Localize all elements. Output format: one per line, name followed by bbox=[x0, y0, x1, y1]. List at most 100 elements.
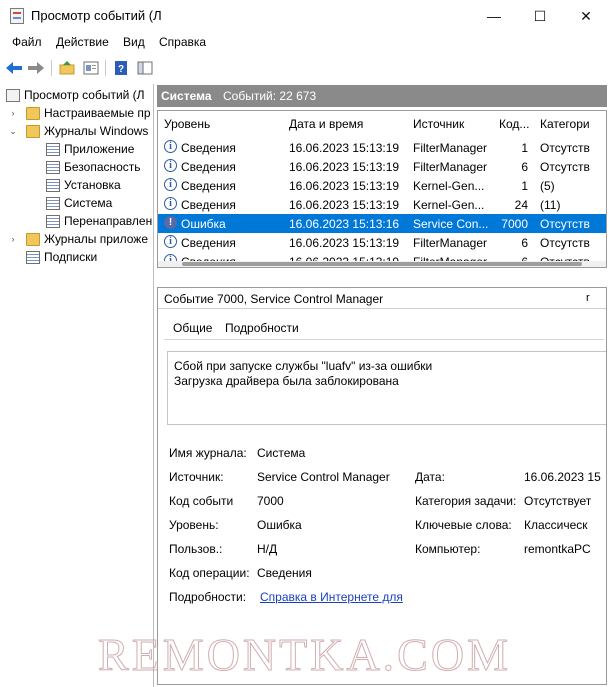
prop-label-computer: Компьютер: bbox=[415, 542, 481, 556]
prop-level: Ошибка bbox=[257, 518, 302, 532]
cell-category: Отсутств bbox=[540, 236, 590, 250]
cell-source: Service Con... bbox=[413, 217, 489, 231]
column-header-date[interactable]: Дата и время bbox=[289, 117, 363, 131]
tree-item-system[interactable]: Система bbox=[46, 194, 112, 212]
tree-item-forwarded[interactable]: Перенаправлен bbox=[46, 212, 152, 230]
info-icon: i bbox=[164, 235, 177, 248]
svg-text:?: ? bbox=[118, 64, 124, 75]
events-table: Уровень Дата и время Источник Код... Кат… bbox=[157, 110, 607, 268]
event-message[interactable]: Сбой при запуске службы "luafv" из-за ош… bbox=[167, 351, 606, 425]
minimize-button[interactable]: — bbox=[471, 0, 517, 32]
tree-item-label: Журналы приложе bbox=[44, 232, 148, 246]
expand-arrow-icon[interactable]: › bbox=[8, 234, 18, 244]
scrollbar-thumb[interactable] bbox=[182, 262, 582, 266]
menu-view[interactable]: Вид bbox=[123, 35, 145, 49]
prop-event-id: 7000 bbox=[257, 494, 284, 508]
table-row[interactable]: i Сведения 16.06.2023 15:13:19 FilterManage… bbox=[158, 138, 606, 157]
log-icon bbox=[46, 196, 60, 210]
table-row[interactable]: i Сведения 16.06.2023 15:13:19 Kernel-Gen..… bbox=[158, 176, 606, 195]
tree-item-label: Перенаправлен bbox=[64, 214, 153, 228]
horizontal-scrollbar[interactable] bbox=[158, 261, 606, 267]
tree-item-label: Просмотр событий (Л bbox=[24, 88, 145, 102]
log-name: Система bbox=[161, 89, 212, 103]
divider bbox=[158, 308, 606, 309]
tree-item-label: Подписки bbox=[44, 250, 98, 264]
tree-item-setup[interactable]: Установка bbox=[46, 176, 121, 194]
properties-icon[interactable] bbox=[81, 58, 101, 78]
event-viewer-app-icon bbox=[10, 8, 24, 24]
help-icon[interactable]: ? bbox=[111, 58, 131, 78]
cell-code: 7000 bbox=[501, 217, 528, 231]
cell-source: FilterManager bbox=[413, 141, 488, 155]
cell-level: Ошибка bbox=[181, 217, 226, 231]
prop-label-source: Источник: bbox=[169, 470, 224, 484]
prop-label-user: Пользов.: bbox=[169, 542, 223, 556]
log-icon bbox=[26, 250, 40, 264]
table-row[interactable]: i Сведения 16.06.2023 15:13:19 Kernel-Gen..… bbox=[158, 195, 606, 214]
prop-user: Н/Д bbox=[257, 542, 278, 556]
table-row[interactable]: ! Ошибка 16.06.2023 15:13:16 Service Con...… bbox=[158, 214, 606, 233]
tree-item-app-logs[interactable]: › Журналы приложе bbox=[8, 230, 149, 248]
tree-item-label: Установка bbox=[64, 178, 121, 192]
detail-title: Событие 7000, Service Control Manager bbox=[164, 292, 384, 306]
column-header-code[interactable]: Код... bbox=[499, 117, 529, 131]
column-header-source[interactable]: Источник bbox=[413, 117, 464, 131]
tree-item-label: Система bbox=[64, 196, 113, 210]
tree-item-security[interactable]: Безопасность bbox=[46, 158, 141, 176]
folder-icon bbox=[26, 232, 40, 246]
table-row[interactable]: i Сведения 16.06.2023 15:13:19 FilterManage… bbox=[158, 233, 606, 252]
tab-underline bbox=[164, 339, 604, 340]
event-count: Событий: 22 673 bbox=[223, 89, 317, 103]
menu-action[interactable]: Действие bbox=[56, 35, 109, 49]
cell-level: Сведения bbox=[181, 236, 236, 250]
log-icon bbox=[46, 142, 60, 156]
table-row[interactable]: i Сведения 16.06.2023 15:13:19 FilterManage… bbox=[158, 157, 606, 176]
tab-general[interactable]: Общие bbox=[173, 321, 212, 335]
tab-details[interactable]: Подробности bbox=[225, 321, 299, 335]
forward-arrow-icon[interactable] bbox=[26, 58, 46, 78]
cell-level: Сведения bbox=[181, 141, 236, 155]
prop-label-keywords: Ключевые слова: bbox=[415, 518, 512, 532]
info-icon: i bbox=[164, 159, 177, 172]
tree-item-label: Безопасность bbox=[64, 160, 141, 174]
tree-item-event-viewer[interactable]: Просмотр событий (Л bbox=[6, 86, 145, 104]
column-header-category[interactable]: Категори bbox=[540, 117, 590, 131]
folder-up-icon[interactable] bbox=[57, 58, 77, 78]
window-title: Просмотр событий (Л bbox=[31, 8, 162, 23]
maximize-button[interactable]: ☐ bbox=[517, 0, 563, 32]
cell-source: Kernel-Gen... bbox=[413, 198, 485, 212]
back-arrow-icon[interactable] bbox=[4, 58, 24, 78]
tree-item-subscriptions[interactable]: Подписки bbox=[26, 248, 97, 266]
menu-file[interactable]: Файл bbox=[12, 35, 42, 49]
toolbar-separator bbox=[51, 60, 52, 76]
cell-date: 16.06.2023 15:13:19 bbox=[289, 198, 400, 212]
info-icon: i bbox=[164, 140, 177, 153]
cell-date: 16.06.2023 15:13:16 bbox=[289, 217, 400, 231]
cell-category: (5) bbox=[540, 179, 555, 193]
tree-item-windows-logs[interactable]: ⌄ Журналы Windows bbox=[8, 122, 148, 140]
info-icon: i bbox=[164, 197, 177, 210]
close-button[interactable]: ✕ bbox=[563, 0, 609, 32]
column-header-level[interactable]: Уровень bbox=[164, 117, 210, 131]
tree-item-application[interactable]: Приложение bbox=[46, 140, 134, 158]
expand-arrow-icon[interactable]: › bbox=[8, 108, 18, 118]
navigation-tree: Просмотр событий (Л › Настраиваемые пр ⌄… bbox=[0, 84, 154, 687]
table-header: Уровень Дата и время Источник Код... Кат… bbox=[158, 111, 606, 137]
message-line: Загрузка драйвера была заблокирована bbox=[174, 374, 399, 388]
cell-level: Сведения bbox=[181, 179, 236, 193]
cell-level: Сведения bbox=[181, 160, 236, 174]
detail-close-button[interactable]: r bbox=[586, 292, 590, 304]
prop-date: 16.06.2023 15 bbox=[524, 470, 601, 484]
prop-label-more-info: Подробности: bbox=[169, 590, 247, 604]
cell-category: Отсутств bbox=[540, 160, 590, 174]
online-help-link[interactable]: Справка в Интернете для bbox=[260, 590, 403, 604]
panel-icon[interactable] bbox=[135, 58, 155, 78]
prop-label-opcode: Код операции: bbox=[169, 566, 250, 580]
tree-item-custom-views[interactable]: › Настраиваемые пр bbox=[8, 104, 151, 122]
menu-help[interactable]: Справка bbox=[159, 35, 206, 49]
event-viewer-icon bbox=[6, 88, 20, 102]
collapse-arrow-icon[interactable]: ⌄ bbox=[8, 126, 18, 137]
toolbar-separator bbox=[105, 60, 106, 76]
title-bar: Просмотр событий (Л — ☐ ✕ bbox=[0, 0, 609, 32]
tree-item-label: Приложение bbox=[64, 142, 135, 156]
